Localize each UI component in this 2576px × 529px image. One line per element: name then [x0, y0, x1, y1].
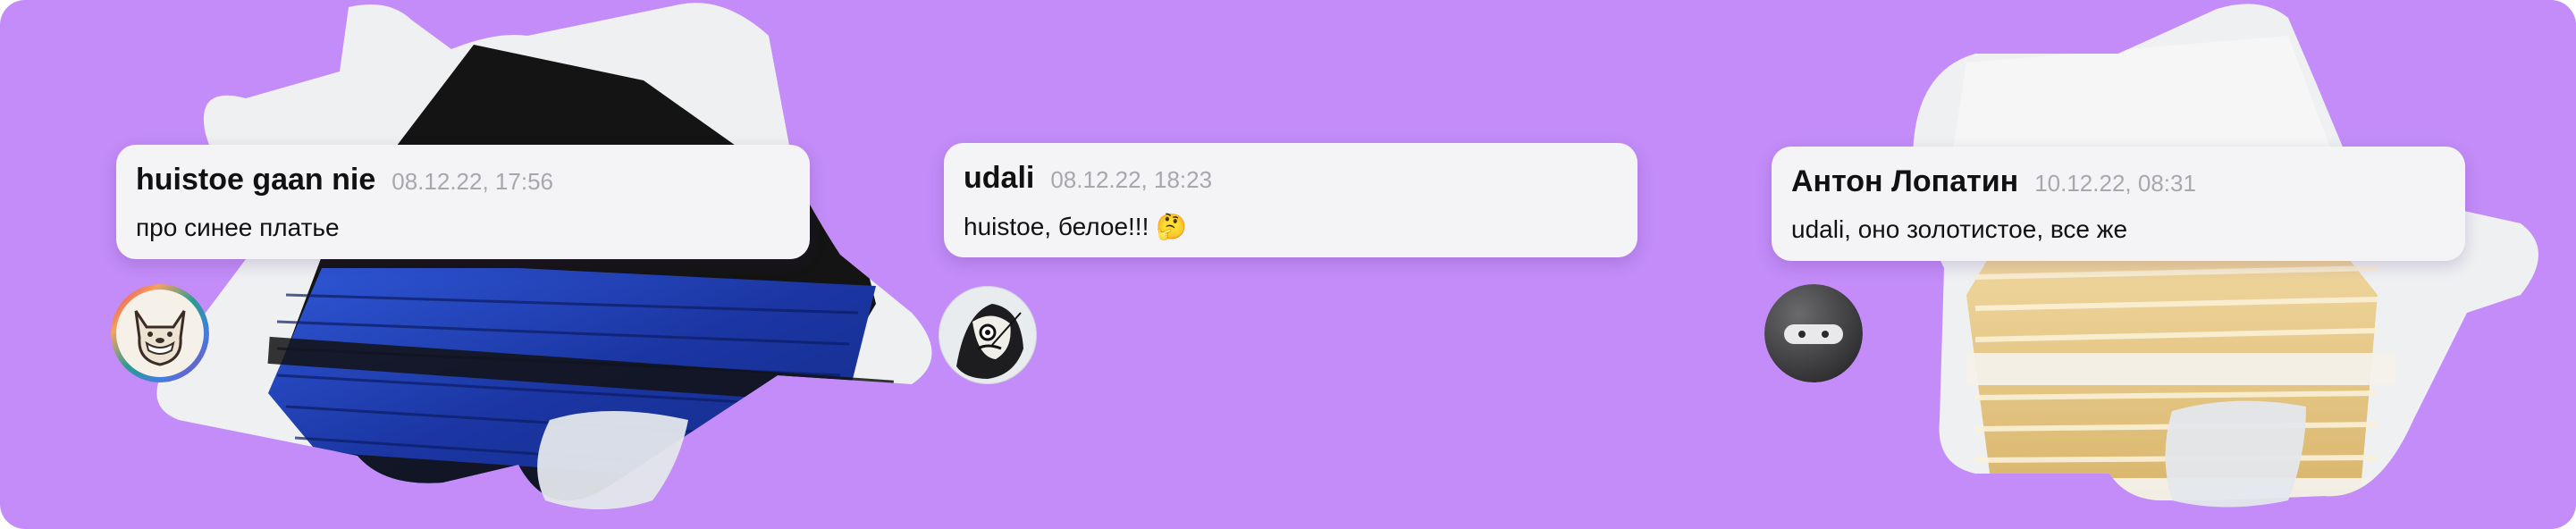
comment-timestamp: 08.12.22, 18:23 [1050, 166, 1213, 193]
comment-author[interactable]: udali [964, 161, 1034, 196]
comment-text: huistoe, белое!!! 🤔 [964, 213, 1187, 240]
gold-dress-sticker [1841, 0, 2538, 529]
comment-author[interactable]: Антон Лопатин [1791, 164, 2018, 199]
comment-bubble-1: huistoe gaan nie 08.12.22, 17:56 про син… [116, 145, 810, 259]
cartoon-dog-avatar[interactable] [111, 284, 209, 382]
comment-text: про синее платье [136, 214, 340, 241]
ninja-avatar[interactable] [1764, 284, 1863, 382]
comment-bubble-2: udali 08.12.22, 18:23 huistoe, белое!!! … [944, 143, 1637, 257]
surreal-portrait-avatar[interactable] [939, 286, 1037, 384]
blue-dress-sticker [143, 0, 965, 529]
comment-timestamp: 10.12.22, 08:31 [2034, 170, 2196, 197]
comment-bubble-3: Антон Лопатин 10.12.22, 08:31 udali, оно… [1772, 147, 2465, 261]
comment-author[interactable]: huistoe gaan nie [136, 163, 375, 197]
comment-text: udali, оно золотистое, все же [1791, 215, 2128, 243]
comment-timestamp: 08.12.22, 17:56 [391, 168, 553, 195]
comments-banner: huistoe gaan nie 08.12.22, 17:56 про син… [0, 0, 2576, 529]
